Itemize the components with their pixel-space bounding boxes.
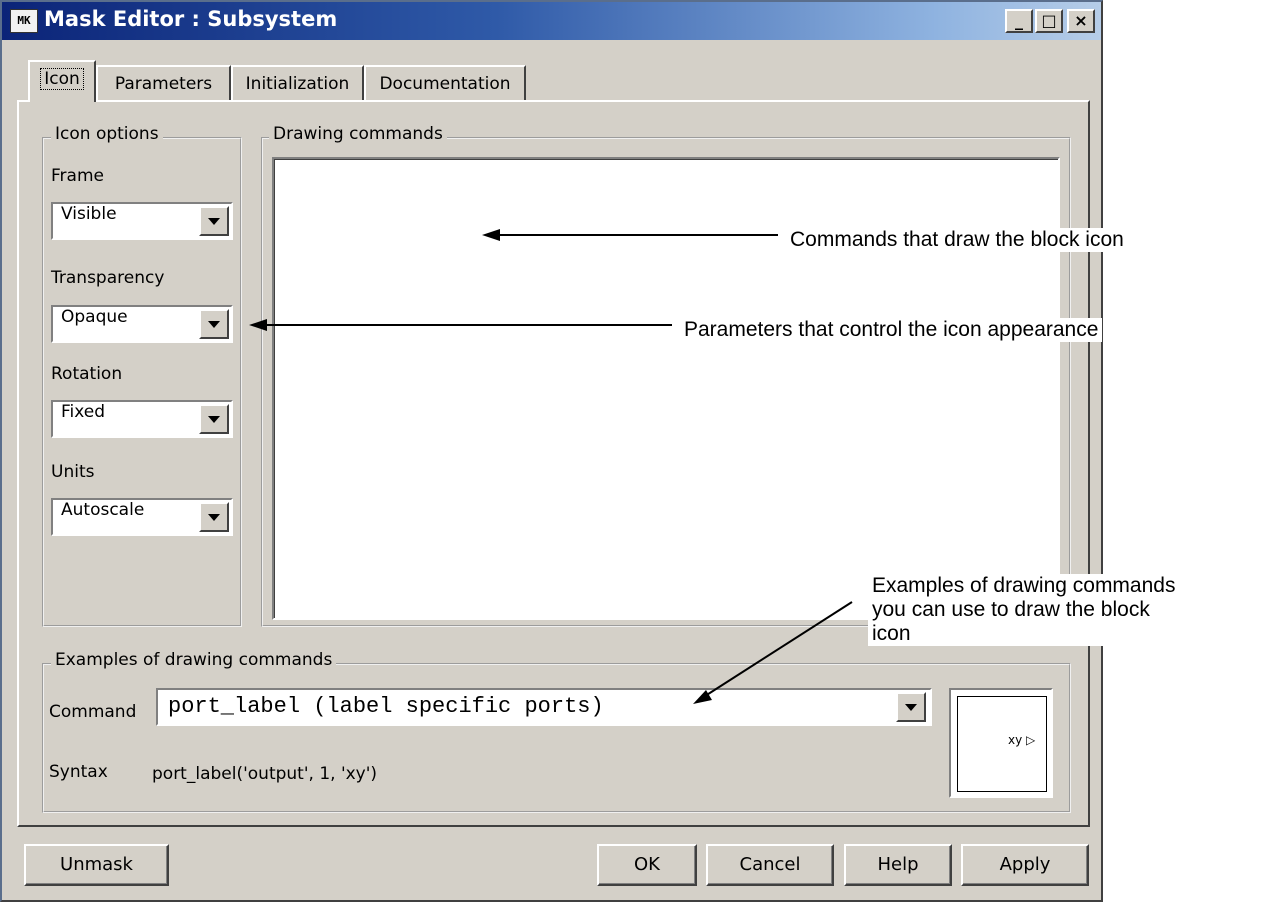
annotation-examples-line-2: you can use to draw the block	[872, 598, 1150, 621]
callout-arrows	[249, 229, 853, 704]
annotation-examples: Examples of drawing commands you can use…	[868, 574, 1266, 646]
annotation-examples-line-3: icon	[872, 622, 911, 645]
annotation-examples-line-1: Examples of drawing commands	[872, 574, 1176, 597]
annotation-drawing-commands: Commands that draw the block icon	[786, 228, 1128, 252]
examples-callout-arrowhead	[693, 690, 712, 704]
parameters-callout-arrowhead	[249, 319, 267, 331]
drawing-callout-arrowhead	[482, 229, 500, 241]
annotation-parameters: Parameters that control the icon appeara…	[680, 318, 1103, 342]
examples-callout-line	[701, 601, 853, 699]
